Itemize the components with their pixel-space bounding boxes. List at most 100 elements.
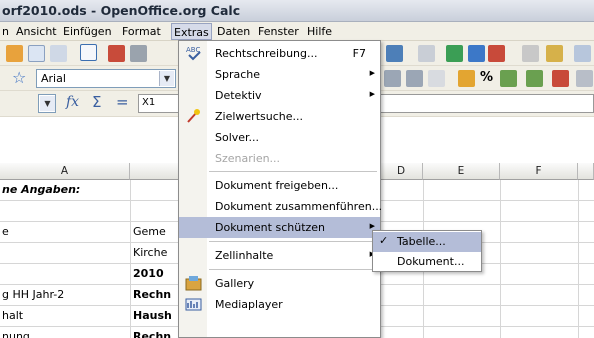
menu-item-mediaplayer[interactable]: Mediaplayer [179, 294, 380, 315]
print-icon[interactable] [130, 45, 147, 62]
navigator-icon[interactable] [574, 45, 591, 62]
merge-cells-icon[interactable] [428, 70, 445, 87]
cell-address-box[interactable]: X1 [138, 94, 180, 113]
submenu-item-tabelle[interactable]: ✓ Tabelle... [373, 232, 481, 252]
export-pdf-icon[interactable] [108, 45, 125, 62]
menu-item-label: Gallery [215, 277, 255, 290]
edit-mode-icon[interactable] [80, 44, 97, 61]
cell-a[interactable]: nung [0, 327, 130, 338]
align-right-icon[interactable] [384, 70, 401, 87]
indent-icon[interactable] [576, 70, 593, 87]
submenu-item-dokument[interactable]: Dokument... [373, 252, 481, 272]
name-box-dropdown[interactable]: ▼ [38, 94, 56, 113]
menu-item-solver[interactable]: Solver... [179, 127, 380, 148]
delete-decimal-icon[interactable] [552, 70, 569, 87]
font-name-box[interactable]: Arial ▼ [36, 69, 176, 88]
menu-item-label: Dokument freigeben... [215, 179, 339, 192]
menu-separator [209, 171, 377, 172]
menu-hilfe[interactable]: Hilfe [307, 25, 332, 38]
chart-icon[interactable] [522, 45, 539, 62]
cell-b[interactable]: Geme [131, 222, 180, 243]
menu-item-label: Zellinhalte [215, 249, 274, 262]
save-icon[interactable] [28, 45, 45, 62]
function-wizard-icon[interactable]: fx [66, 94, 79, 110]
chevron-down-icon[interactable]: ▼ [40, 96, 55, 111]
column-header-b[interactable] [130, 163, 180, 180]
edit-file-icon[interactable] [6, 45, 23, 62]
cell-b[interactable] [131, 180, 180, 201]
submenu-item-label: Dokument... [397, 255, 465, 268]
redo-icon[interactable] [418, 45, 435, 62]
sort-ascending-icon[interactable] [468, 45, 485, 62]
submenu-item-label: Tabelle... [397, 235, 446, 248]
menu-einfuegen[interactable]: Einfügen [63, 25, 112, 38]
cell-b[interactable]: Rechn [131, 327, 180, 338]
menu-ansicht[interactable]: Ansicht [16, 25, 57, 38]
menu-extras[interactable]: Extras [171, 23, 212, 40]
submenu-arrow-icon: ▶ [369, 222, 375, 230]
menu-item-zielwertsuche[interactable]: Zielwertsuche... [179, 106, 380, 127]
menu-partial[interactable]: n [2, 25, 9, 38]
add-decimal-icon[interactable] [526, 70, 543, 87]
menu-item-gallery[interactable]: Gallery [179, 273, 380, 294]
cell-a[interactable]: halt [0, 306, 130, 327]
cell-a[interactable] [0, 243, 130, 264]
cell-b[interactable]: Rechn [131, 285, 180, 306]
extras-menu: ABC Rechtschreibung... F7 Sprache ▶ Dete… [178, 40, 383, 338]
goal-seek-icon [187, 109, 200, 123]
cell-a[interactable]: ne Angaben: [0, 180, 130, 201]
star-icon[interactable]: ☆ [12, 68, 26, 87]
cell-a[interactable]: g HH Jahr-2 [0, 285, 130, 306]
menu-item-dokument-freigeben[interactable]: Dokument freigeben... [179, 175, 380, 196]
email-icon[interactable] [50, 45, 67, 62]
chevron-down-icon[interactable]: ▼ [159, 71, 174, 86]
menu-daten[interactable]: Daten [217, 25, 250, 38]
column-header-a[interactable]: A [0, 163, 130, 180]
undo-icon[interactable] [386, 45, 403, 62]
menu-item-label: Dokument zusammenführen... [215, 200, 383, 213]
cell-a[interactable]: e [0, 222, 130, 243]
checkmark-icon: ✓ [379, 234, 389, 247]
currency-icon[interactable] [458, 70, 475, 87]
cell-b[interactable] [131, 201, 180, 222]
sort-descending-icon[interactable] [488, 45, 505, 62]
standard-format-icon[interactable] [500, 70, 517, 87]
menu-item-dokument-zusammenfuehren[interactable]: Dokument zusammenführen... [179, 196, 383, 217]
function-icon[interactable]: = [116, 93, 129, 111]
cell-a[interactable] [0, 264, 130, 285]
spellcheck-icon: ABC [186, 46, 201, 61]
menu-bar: n Ansicht Einfügen Format Extras Daten F… [0, 22, 594, 41]
menu-item-label: Dokument schützen [215, 221, 326, 234]
menu-item-label: Rechtschreibung... [215, 47, 318, 60]
column-header-f[interactable]: F [500, 163, 578, 180]
menu-item-detektiv[interactable]: Detektiv ▶ [179, 85, 380, 106]
justify-icon[interactable] [406, 70, 423, 87]
formula-input[interactable] [380, 94, 594, 113]
sum-icon[interactable]: Σ [92, 93, 101, 111]
menu-format[interactable]: Format [122, 25, 161, 38]
column-header-g[interactable] [578, 163, 594, 180]
grid-line [500, 180, 501, 338]
column-header-e[interactable]: E [423, 163, 500, 180]
column-header-d[interactable]: D [380, 163, 423, 180]
menu-fenster[interactable]: Fenster [258, 25, 299, 38]
percent-icon[interactable]: % [480, 70, 493, 85]
menu-item-label: Solver... [215, 131, 260, 144]
menu-item-rechtschreibung[interactable]: ABC Rechtschreibung... F7 [179, 43, 380, 64]
menu-item-label: Detektiv [215, 89, 262, 102]
menu-item-sprache[interactable]: Sprache ▶ [179, 64, 380, 85]
menu-item-label: Mediaplayer [215, 298, 283, 311]
draw-functions-icon[interactable] [546, 45, 563, 62]
menu-item-label: Szenarien... [215, 152, 281, 165]
cell-b[interactable]: Kirche [131, 243, 180, 264]
cell-b[interactable]: Haush [131, 306, 180, 327]
cell-b[interactable]: 2010 [131, 264, 180, 285]
font-name-value: Arial [41, 72, 66, 85]
grid-line [578, 180, 579, 338]
menu-item-zellinhalte[interactable]: Zellinhalte ▶ [179, 245, 380, 266]
submenu-arrow-icon: ▶ [369, 90, 375, 98]
menu-item-dokument-schuetzen[interactable]: Dokument schützen ▶ [179, 217, 380, 238]
grid-line [130, 180, 131, 338]
hyperlink-icon[interactable] [446, 45, 463, 62]
cell-a[interactable] [0, 201, 130, 222]
